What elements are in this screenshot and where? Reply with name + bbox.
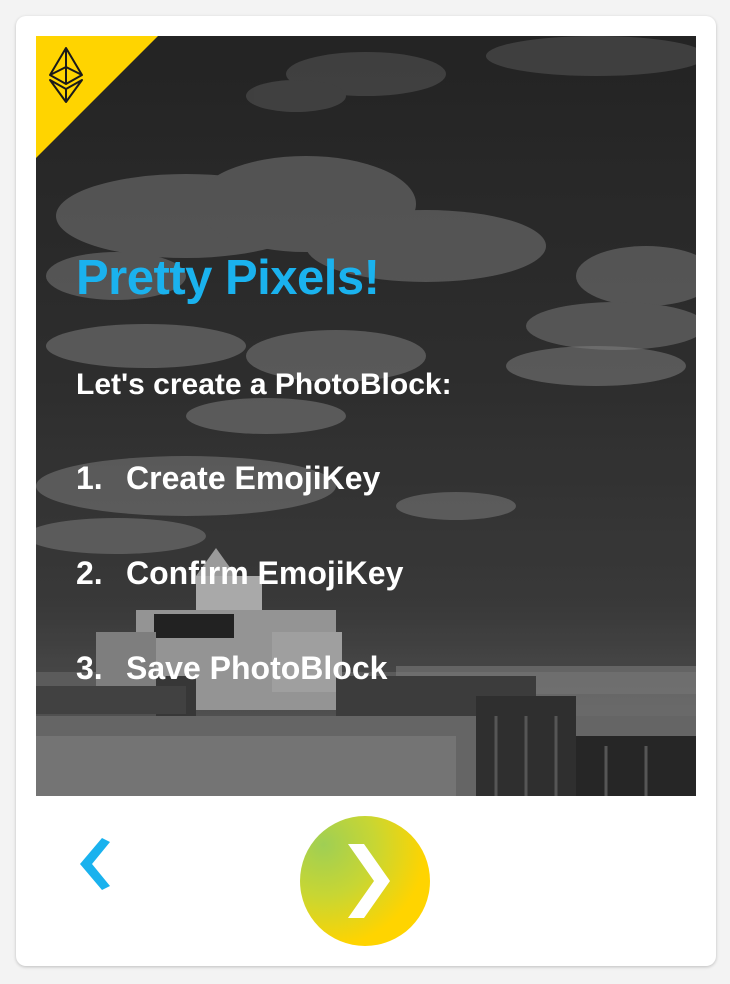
page-title: Pretty Pixels! [76, 251, 380, 305]
step-label: Save PhotoBlock [126, 650, 388, 686]
step-label: Create EmojiKey [126, 460, 381, 496]
chevron-left-icon [80, 838, 110, 890]
step-item: 2. Confirm EmojiKey [76, 555, 403, 592]
intro-subtitle: Let's create a PhotoBlock: [76, 368, 452, 401]
step-label: Confirm EmojiKey [126, 555, 404, 591]
photoblock-card: Pretty Pixels! Let's create a PhotoBlock… [16, 16, 716, 966]
page: Pretty Pixels! Let's create a PhotoBlock… [0, 0, 730, 984]
step-item: 3. Save PhotoBlock [76, 650, 387, 687]
background-photo: Pretty Pixels! Let's create a PhotoBlock… [36, 36, 696, 796]
step-number: 1. [76, 460, 103, 496]
next-button[interactable] [300, 816, 430, 946]
ethereum-icon [49, 47, 83, 103]
step-number: 3. [76, 650, 103, 686]
chevron-right-icon [348, 844, 390, 918]
back-button[interactable] [74, 834, 118, 894]
step-item: 1. Create EmojiKey [76, 460, 380, 497]
step-number: 2. [76, 555, 103, 591]
